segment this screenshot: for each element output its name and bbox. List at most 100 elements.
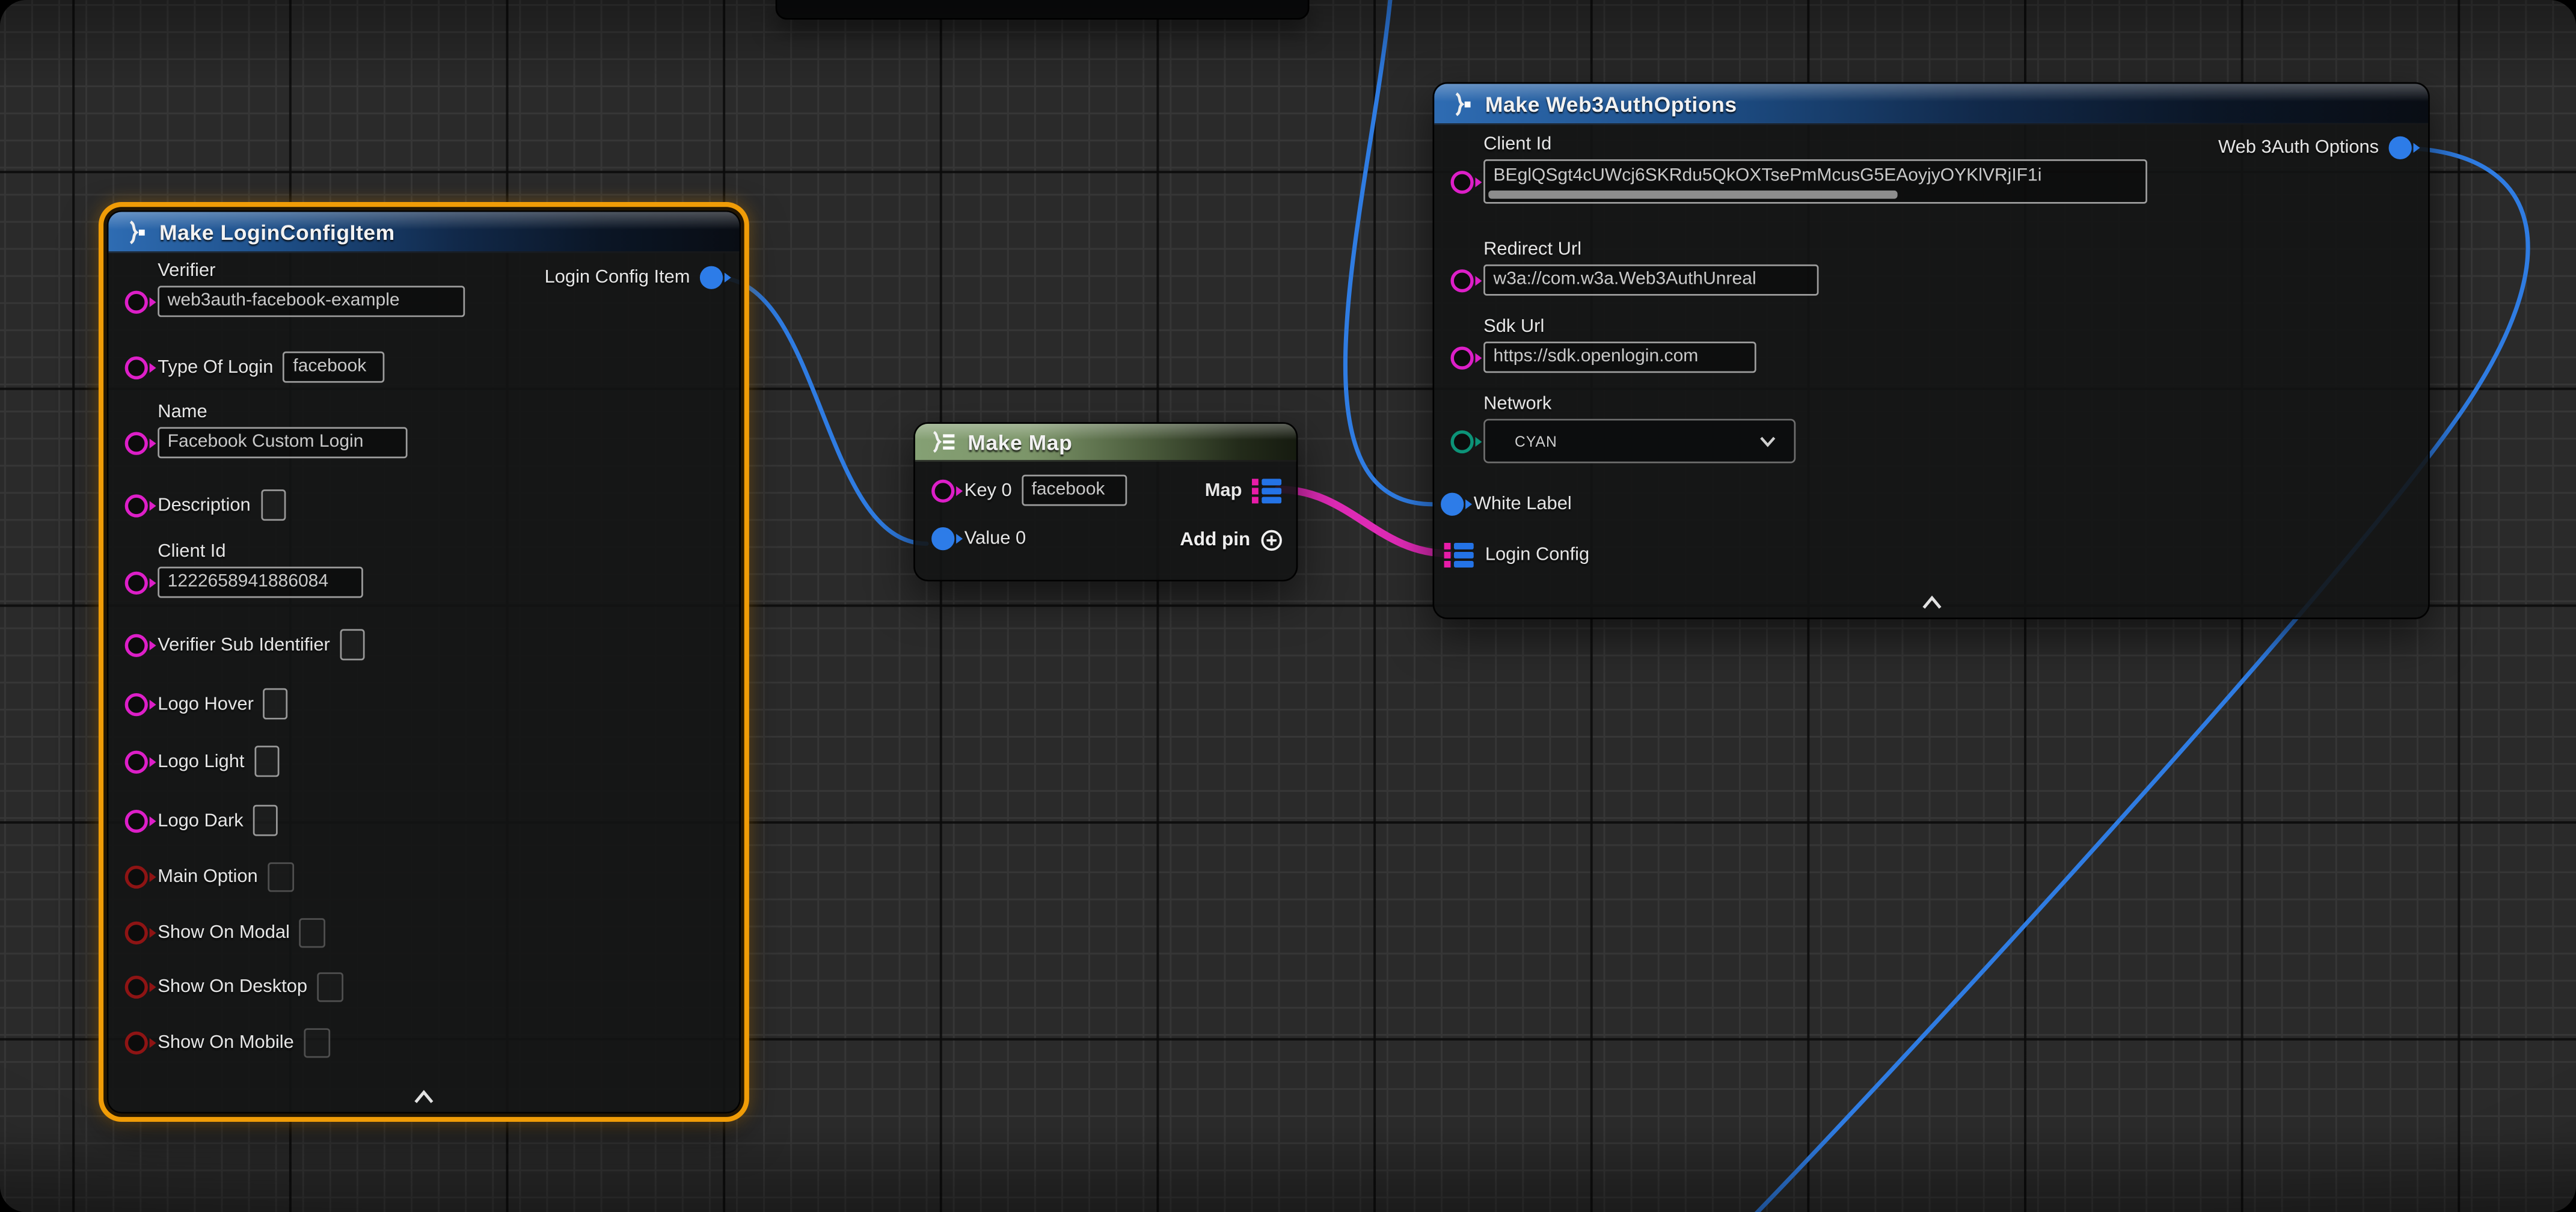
pin-label-verifier: Verifier bbox=[158, 261, 215, 281]
pin-label-redirect-url: Redirect Url bbox=[1483, 240, 1581, 260]
network-selected-value: CYAN bbox=[1515, 433, 1557, 449]
pin-key0[interactable] bbox=[931, 479, 954, 501]
pin-row-client-id: Client Id BEglQSgt4cUWcj6SKRdu5QkOXTsePm… bbox=[1450, 135, 2147, 204]
name-input[interactable]: Facebook Custom Login bbox=[158, 427, 407, 458]
pin-show-on-mobile[interactable] bbox=[125, 1032, 148, 1054]
node-make-loginconfigitem[interactable]: Make LoginConfigItem Login Config Item V… bbox=[107, 210, 741, 1114]
wire-loginconfigitem-to-value0[interactable] bbox=[716, 278, 927, 544]
description-input[interactable] bbox=[260, 489, 285, 521]
pin-row-main-option: Main Option bbox=[125, 862, 294, 892]
collapse-node-button[interactable] bbox=[1918, 595, 1945, 611]
output-pin-web3auth-options[interactable] bbox=[2389, 136, 2412, 159]
pin-label-logo-hover: Logo Hover bbox=[158, 694, 254, 714]
pin-row-logo-dark: Logo Dark bbox=[125, 805, 278, 836]
client-id-input[interactable]: 1222658941886084 bbox=[158, 567, 363, 598]
pin-row-logo-hover: Logo Hover bbox=[125, 688, 289, 720]
type-of-login-input[interactable]: facebook bbox=[283, 352, 385, 383]
map-pin-icon[interactable] bbox=[1444, 542, 1476, 569]
collapse-node-button[interactable] bbox=[411, 1089, 437, 1105]
output-pin-login-config-item[interactable] bbox=[700, 266, 723, 289]
pin-label-login-config: Login Config bbox=[1485, 545, 1589, 565]
pin-row-login-config: Login Config bbox=[1444, 542, 1590, 569]
pin-value0[interactable] bbox=[931, 527, 954, 550]
pin-redirect-url[interactable] bbox=[1450, 269, 1473, 292]
logo-light-input[interactable] bbox=[254, 745, 279, 777]
pin-network[interactable] bbox=[1450, 430, 1473, 453]
pin-verifier-sub-identifier[interactable] bbox=[125, 633, 148, 656]
network-dropdown[interactable]: CYAN bbox=[1483, 419, 1796, 464]
node-title: Make Map bbox=[968, 429, 1072, 454]
add-pin-button[interactable]: Add pin bbox=[1180, 529, 1283, 552]
pin-label-network: Network bbox=[1483, 394, 1551, 414]
graph-canvas[interactable]: Make LoginConfigItem Login Config Item V… bbox=[0, 0, 2576, 1212]
pin-client-id[interactable] bbox=[125, 572, 148, 595]
wire-top-to-white-label[interactable] bbox=[1345, 0, 1432, 504]
pin-row-description: Description bbox=[125, 489, 285, 521]
client-id-input[interactable]: BEglQSgt4cUWcj6SKRdu5QkOXTsePmMcusG5EAoy… bbox=[1483, 159, 2147, 204]
sdk-url-input[interactable]: https://sdk.openlogin.com bbox=[1483, 341, 1756, 373]
offscreen-node-partial[interactable] bbox=[776, 0, 1310, 20]
pin-logo-dark[interactable] bbox=[125, 809, 148, 832]
logo-dark-input[interactable] bbox=[253, 805, 278, 836]
pin-label-verifier-sub-identifier: Verifier Sub Identifier bbox=[158, 635, 330, 655]
show-on-desktop-checkbox[interactable] bbox=[317, 972, 343, 1002]
pin-row-show-on-desktop: Show On Desktop bbox=[125, 972, 344, 1002]
show-on-mobile-checkbox[interactable] bbox=[304, 1028, 330, 1057]
pin-row-key0: Key 0 facebook bbox=[931, 475, 1127, 506]
pin-show-on-desktop[interactable] bbox=[125, 976, 148, 999]
pin-label-client-id: Client Id bbox=[1483, 135, 1551, 155]
pin-verifier[interactable] bbox=[125, 291, 148, 314]
verifier-input[interactable]: web3auth-facebook-example bbox=[158, 286, 465, 317]
pin-show-on-modal[interactable] bbox=[125, 922, 148, 944]
pin-label-logo-dark: Logo Dark bbox=[158, 810, 243, 830]
input-scrollbar[interactable] bbox=[1488, 191, 1898, 198]
add-pin-icon bbox=[1260, 529, 1283, 552]
key0-input[interactable]: facebook bbox=[1022, 475, 1127, 506]
pin-label-description: Description bbox=[158, 495, 250, 515]
pin-row-type-of-login: Type Of Login facebook bbox=[125, 352, 385, 383]
pin-client-id[interactable] bbox=[1450, 171, 1473, 194]
pin-row-verifier-sub-identifier: Verifier Sub Identifier bbox=[125, 629, 365, 660]
pin-name[interactable] bbox=[125, 432, 148, 455]
pin-label-sdk-url: Sdk Url bbox=[1483, 317, 1544, 337]
pin-white-label[interactable] bbox=[1441, 493, 1464, 516]
pin-label-value0: Value 0 bbox=[964, 529, 1026, 549]
make-map-icon bbox=[930, 430, 956, 453]
redirect-url-input[interactable]: w3a://com.w3a.Web3AuthUnreal bbox=[1483, 265, 1818, 296]
output-row-login-config-item: Login Config Item bbox=[545, 266, 723, 289]
pin-main-option[interactable] bbox=[125, 866, 148, 889]
pin-label-type-of-login: Type Of Login bbox=[158, 357, 273, 377]
pin-logo-light[interactable] bbox=[125, 750, 148, 773]
map-pin-icon[interactable] bbox=[1252, 478, 1283, 504]
pin-row-network: Network CYAN bbox=[1450, 394, 1796, 464]
node-make-web3authoptions[interactable]: Make Web3AuthOptions Web 3Auth Options C… bbox=[1432, 82, 2429, 619]
node-make-loginconfigitem-header[interactable]: Make LoginConfigItem bbox=[108, 212, 739, 252]
logo-hover-input[interactable] bbox=[263, 688, 288, 720]
pin-row-sdk-url: Sdk Url https://sdk.openlogin.com bbox=[1450, 317, 1756, 373]
output-pin-label: Login Config Item bbox=[545, 268, 690, 287]
output-row-map: Map bbox=[1205, 478, 1283, 504]
make-struct-icon bbox=[1449, 91, 1474, 116]
node-make-web3authoptions-header[interactable]: Make Web3AuthOptions bbox=[1434, 84, 2428, 124]
pin-label-logo-light: Logo Light bbox=[158, 751, 244, 771]
pin-sdk-url[interactable] bbox=[1450, 346, 1473, 369]
pin-row-logo-light: Logo Light bbox=[125, 745, 279, 777]
blueprint-editor-viewport: Make LoginConfigItem Login Config Item V… bbox=[0, 0, 2576, 1212]
pin-description[interactable] bbox=[125, 494, 148, 516]
pin-row-white-label: White Label bbox=[1441, 493, 1572, 516]
node-make-map-header[interactable]: Make Map bbox=[915, 424, 1296, 462]
wire-map-to-login-config[interactable] bbox=[1278, 489, 1449, 554]
pin-row-name: Name Facebook Custom Login bbox=[125, 402, 408, 458]
output-row-web3auth-options: Web 3Auth Options bbox=[2218, 136, 2412, 159]
pin-label-name: Name bbox=[158, 402, 207, 422]
show-on-modal-checkbox[interactable] bbox=[299, 918, 326, 947]
pin-label-key0: Key 0 bbox=[964, 480, 1012, 500]
pin-row-client-id: Client Id 1222658941886084 bbox=[125, 542, 363, 598]
pin-row-verifier: Verifier web3auth-facebook-example bbox=[125, 261, 465, 317]
node-make-map[interactable]: Make Map Key 0 facebook Map Value 0 Add … bbox=[913, 422, 1298, 581]
main-option-checkbox[interactable] bbox=[268, 862, 294, 892]
verifier-sub-identifier-input[interactable] bbox=[340, 629, 364, 660]
pin-row-show-on-modal: Show On Modal bbox=[125, 918, 326, 947]
pin-type-of-login[interactable] bbox=[125, 356, 148, 379]
pin-logo-hover[interactable] bbox=[125, 693, 148, 715]
